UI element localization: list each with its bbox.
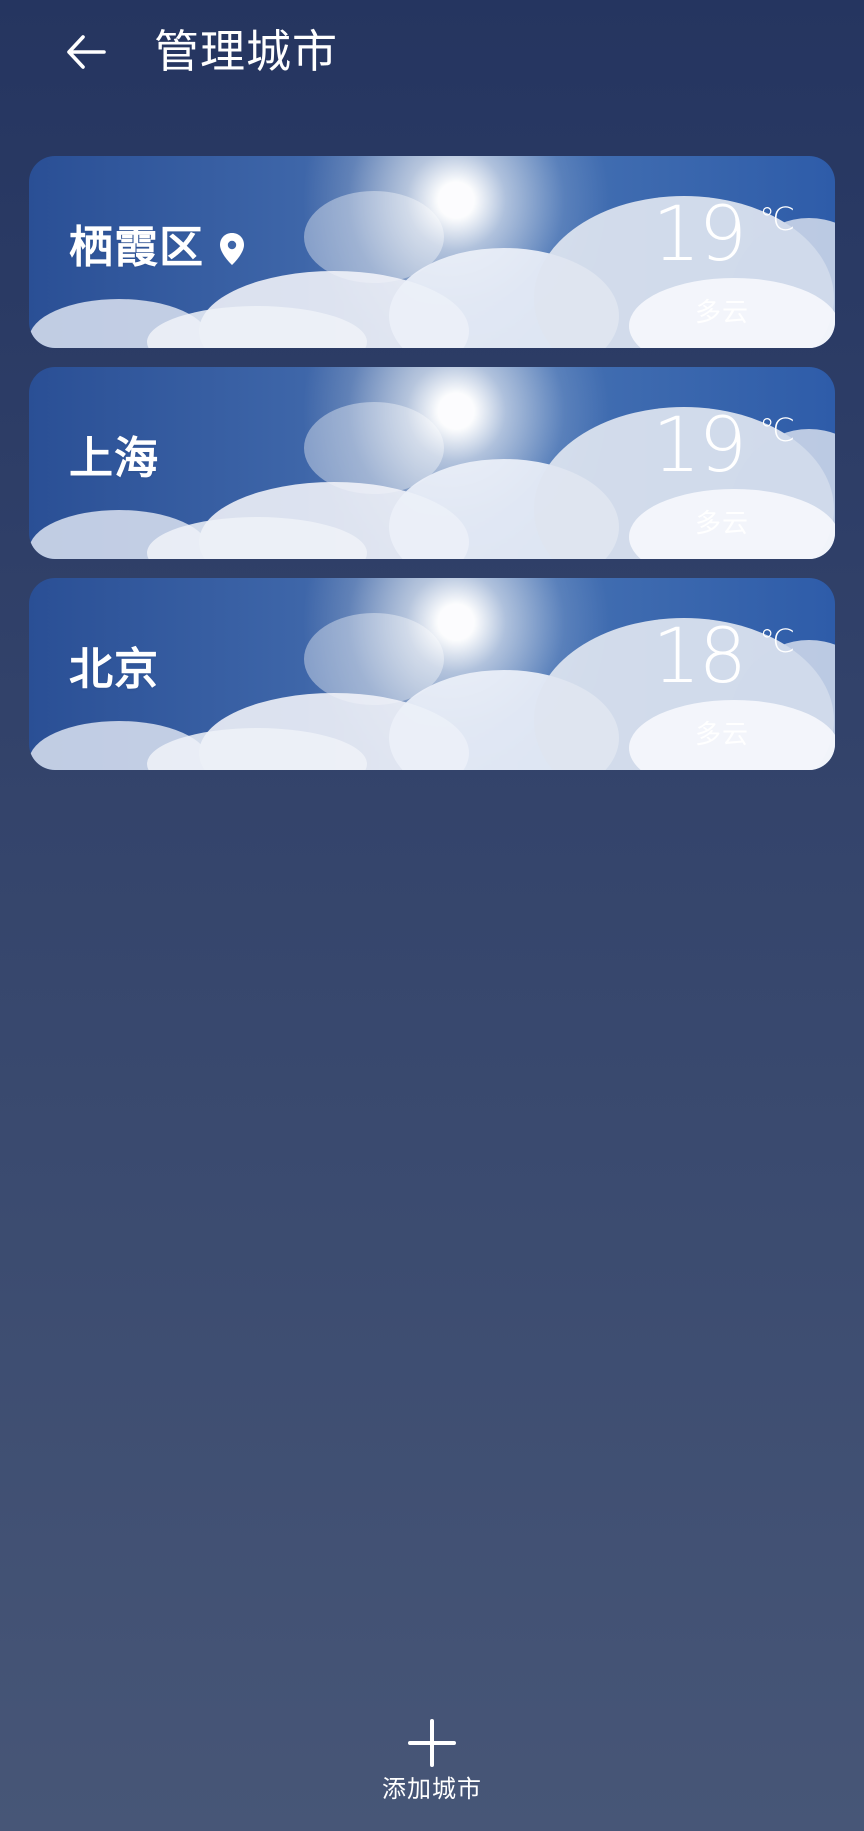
- temperature-value: 18: [652, 611, 747, 700]
- city-card-qixia[interactable]: 栖霞区 19 ℃ 多云: [29, 156, 835, 348]
- city-name: 北京: [69, 644, 159, 695]
- weather-condition: 多云: [694, 298, 749, 328]
- top-bar: 管理城市: [0, 0, 864, 104]
- temperature-value: 19: [652, 400, 747, 489]
- location-pin-icon: [220, 233, 244, 265]
- city-card-content: 北京 18 ℃ 多云: [29, 578, 835, 770]
- temperature-group: 18 ℃: [645, 611, 795, 700]
- page-title: 管理城市: [154, 25, 339, 78]
- city-card-beijing[interactable]: 北京 18 ℃ 多云: [29, 578, 835, 770]
- city-card-content: 上海 19 ℃ 多云: [29, 367, 835, 559]
- temperature-unit: ℃: [759, 200, 795, 238]
- weather-condition: 多云: [694, 720, 749, 750]
- city-name-group: 上海: [69, 433, 159, 485]
- arrow-left-icon: [67, 35, 106, 69]
- city-name-group: 栖霞区: [69, 222, 246, 274]
- add-city-label: 添加城市: [382, 1775, 482, 1803]
- plus-icon: [408, 1719, 456, 1767]
- temperature-unit: ℃: [759, 622, 795, 660]
- city-name-group: 北京: [69, 644, 159, 696]
- temperature-group: 19 ℃: [645, 189, 795, 278]
- city-name: 栖霞区: [69, 222, 204, 273]
- temperature-group: 19 ℃: [645, 400, 795, 489]
- city-card-shanghai[interactable]: 上海 19 ℃ 多云: [29, 367, 835, 559]
- temperature-unit: ℃: [759, 411, 795, 449]
- back-button[interactable]: [56, 24, 116, 80]
- weather-condition: 多云: [694, 509, 749, 539]
- city-name: 上海: [69, 433, 159, 484]
- city-list: 栖霞区 19 ℃ 多云 上海 19 ℃ 多云 北京 18 ℃ 多云: [29, 156, 835, 789]
- temperature-value: 19: [652, 189, 747, 278]
- city-card-content: 栖霞区 19 ℃ 多云: [29, 156, 835, 348]
- add-city-button[interactable]: 添加城市: [365, 1718, 499, 1810]
